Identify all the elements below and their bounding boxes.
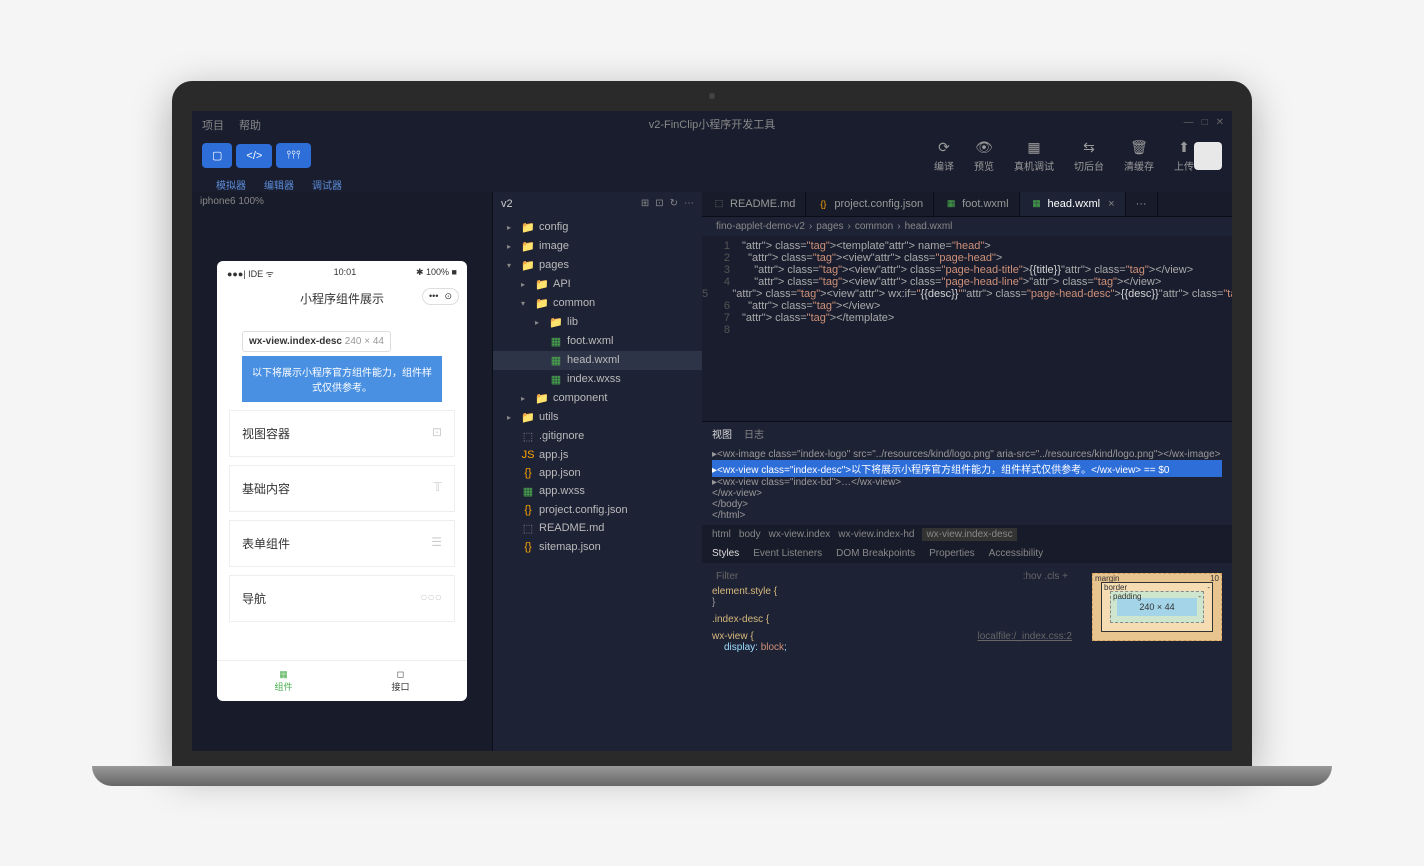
- file-node[interactable]: JSapp.js: [493, 446, 702, 464]
- tabs-more[interactable]: ···: [1126, 192, 1158, 216]
- editor-tab[interactable]: ▦ foot.wxml: [934, 192, 1019, 216]
- style-tab[interactable]: Event Listeners: [753, 548, 822, 559]
- editor-panel: ⬚ README.md{} project.config.json▦ foot.…: [702, 192, 1232, 751]
- inspect-tooltip: wx-view.index-desc 240 × 44: [242, 331, 391, 352]
- action-真机调试[interactable]: ▦真机调试: [1014, 139, 1054, 173]
- editor-tab[interactable]: ⬚ README.md: [702, 192, 806, 216]
- list-item[interactable]: 基础内容𝕋: [229, 465, 455, 512]
- file-node[interactable]: ▦foot.wxml: [493, 332, 702, 351]
- capsule-button[interactable]: •••⊙: [422, 288, 459, 305]
- editor-tab[interactable]: ▦ head.wxml×: [1020, 192, 1126, 216]
- list-item[interactable]: 表单组件☰: [229, 520, 455, 567]
- action-预览[interactable]: 👁预览: [974, 139, 994, 173]
- file-node[interactable]: ▦index.wxss: [493, 370, 702, 389]
- toolbar: ▢ </> ⫯⫯⫯ ⟳编译 👁预览 ▦真机调试 ⇆切后台 🗑清缓存 ⬆上传 模拟器 编辑器…: [192, 139, 1232, 192]
- style-tab[interactable]: Styles: [712, 548, 739, 559]
- style-tab[interactable]: DOM Breakpoints: [836, 548, 915, 559]
- phone-statusbar: ●●●| IDE ᯤ 10:01 ✱ 100% ■: [217, 261, 467, 286]
- file-node[interactable]: {}project.config.json: [493, 501, 702, 519]
- phone-nav-title: 小程序组件展示 •••⊙: [217, 286, 467, 311]
- folder-node[interactable]: ▸📁component: [493, 389, 702, 408]
- action-上传[interactable]: ⬆上传: [1174, 139, 1194, 173]
- simulator-panel: iphone6 100% ●●●| IDE ᯤ 10:01 ✱ 100% ■ 小…: [192, 192, 492, 751]
- tab-log[interactable]: 日志: [744, 426, 764, 441]
- debugger-toggle[interactable]: ⫯⫯⫯: [276, 143, 310, 168]
- toolbar-labels: 模拟器 编辑器 调试器: [202, 177, 1222, 192]
- editor-toggle[interactable]: </>: [236, 144, 272, 168]
- camera-dot: [709, 93, 715, 99]
- folder-node[interactable]: ▾📁pages: [493, 256, 702, 275]
- phone-tabbar: ▦组件 ◻接口: [217, 660, 467, 701]
- box-model: margin10 border- padding- 240 × 44: [1082, 563, 1232, 751]
- breadcrumb[interactable]: fino-applet-demo-v2›pages›common›head.wx…: [702, 217, 1232, 236]
- folder-node[interactable]: ▸📁utils: [493, 408, 702, 427]
- folder-node[interactable]: ▸📁lib: [493, 313, 702, 332]
- file-node[interactable]: {}sitemap.json: [493, 538, 702, 556]
- file-node[interactable]: ⬚.gitignore: [493, 427, 702, 446]
- explorer-header: v2 ⊞⊡↻⋯: [493, 192, 702, 216]
- file-tree: ▸📁config▸📁image▾📁pages▸📁API▾📁common▸📁lib…: [493, 216, 702, 558]
- devtools-tabs: 视图 日志: [702, 422, 1232, 445]
- menu-project[interactable]: 项目: [202, 117, 224, 133]
- devtools-panel: 视图 日志 ▸<wx-image class="index-logo" src=…: [702, 421, 1232, 751]
- list-item[interactable]: 视图容器⊡: [229, 410, 455, 457]
- action-编译[interactable]: ⟳编译: [934, 139, 954, 173]
- editor-tab[interactable]: {} project.config.json: [806, 192, 934, 216]
- ide-screen: 项目 帮助 ▢ </> ⫯⫯⫯ ⟳编译 👁预览 ▦真机调试 ⇆切后台 🗑清缓存 ⬆上传 模…: [192, 111, 1232, 751]
- main-area: iphone6 100% ●●●| IDE ᯤ 10:01 ✱ 100% ■ 小…: [192, 192, 1232, 751]
- laptop-base: [92, 766, 1332, 786]
- window-controls[interactable]: —□✕: [1184, 117, 1224, 128]
- laptop-frame: v2-FinClip小程序开发工具 —□✕ 项目 帮助 ▢ </> ⫯⫯⫯ ⟳编…: [172, 81, 1252, 786]
- tab-api[interactable]: ◻接口: [342, 669, 459, 693]
- device-info[interactable]: iphone6 100%: [192, 192, 492, 211]
- file-node[interactable]: ▦head.wxml: [493, 351, 702, 370]
- styles-pane[interactable]: Filter:hov .cls + element.style {}.index…: [702, 563, 1082, 751]
- phone-frame: ●●●| IDE ᯤ 10:01 ✱ 100% ■ 小程序组件展示 •••⊙ w…: [217, 261, 467, 701]
- menu-help[interactable]: 帮助: [239, 117, 261, 133]
- dom-tree[interactable]: ▸<wx-image class="index-logo" src="../re…: [702, 445, 1232, 525]
- editor-tabs: ⬚ README.md{} project.config.json▦ foot.…: [702, 192, 1232, 217]
- code-editor[interactable]: 1"attr"> class="tag"><template"attr"> na…: [702, 236, 1232, 421]
- action-清缓存[interactable]: 🗑清缓存: [1124, 139, 1154, 173]
- highlighted-text: 以下将展示小程序官方组件能力，组件样式仅供参考。: [242, 356, 442, 402]
- style-tab[interactable]: Properties: [929, 548, 975, 559]
- simulator-toggle[interactable]: ▢: [202, 143, 232, 168]
- user-avatar[interactable]: [1194, 142, 1222, 170]
- action-bar: ⟳编译 👁预览 ▦真机调试 ⇆切后台 🗑清缓存 ⬆上传: [934, 139, 1194, 173]
- style-tab[interactable]: Accessibility: [989, 548, 1043, 559]
- folder-node[interactable]: ▾📁common: [493, 294, 702, 313]
- explorer-actions[interactable]: ⊞⊡↻⋯: [641, 198, 694, 210]
- list-item[interactable]: 导航○○○: [229, 575, 455, 622]
- laptop-bezel: v2-FinClip小程序开发工具 —□✕ 项目 帮助 ▢ </> ⫯⫯⫯ ⟳编…: [172, 81, 1252, 766]
- file-node[interactable]: ⬚README.md: [493, 519, 702, 538]
- styles-filter[interactable]: Filter:hov .cls +: [712, 567, 1072, 586]
- styles-row: Filter:hov .cls + element.style {}.index…: [702, 563, 1232, 751]
- tab-components[interactable]: ▦组件: [225, 669, 342, 693]
- action-切后台[interactable]: ⇆切后台: [1074, 139, 1104, 173]
- dom-breadcrumb[interactable]: htmlbodywx-view.indexwx-view.index-hdwx-…: [702, 525, 1232, 544]
- style-tabs: Styles Event Listeners DOM Breakpoints Prop…: [702, 544, 1232, 563]
- file-explorer: v2 ⊞⊡↻⋯ ▸📁config▸📁image▾📁pages▸📁API▾📁com…: [492, 192, 702, 751]
- folder-node[interactable]: ▸📁config: [493, 218, 702, 237]
- component-list: 视图容器⊡ 基础内容𝕋 表单组件☰ 导航○○○: [217, 402, 467, 630]
- folder-node[interactable]: ▸📁API: [493, 275, 702, 294]
- file-node[interactable]: ▦app.wxss: [493, 482, 702, 501]
- tab-view[interactable]: 视图: [712, 426, 732, 441]
- file-node[interactable]: {}app.json: [493, 464, 702, 482]
- folder-node[interactable]: ▸📁image: [493, 237, 702, 256]
- window-title: v2-FinClip小程序开发工具: [645, 111, 780, 137]
